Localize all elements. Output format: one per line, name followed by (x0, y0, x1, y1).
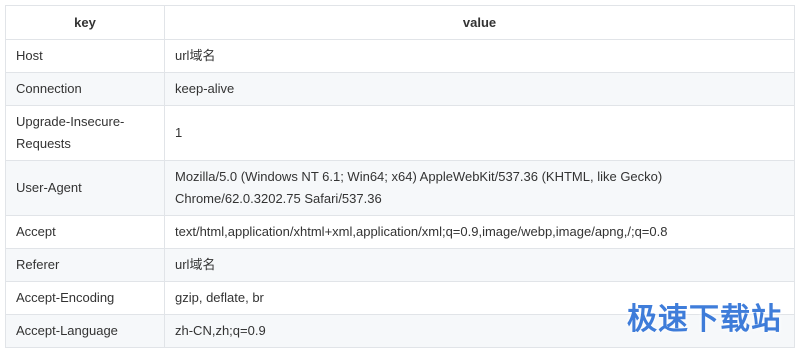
header-value-cell: text/html,application/xhtml+xml,applicat… (164, 215, 795, 249)
header-key-cell: User-Agent (5, 160, 165, 216)
header-value-cell: url域名 (164, 39, 795, 73)
header-key-cell: Host (5, 39, 165, 73)
header-key-cell: Accept-Language (5, 314, 165, 348)
site-watermark-logo: 极速下载站 (627, 302, 782, 337)
header-key-cell: Connection (5, 72, 165, 106)
header-value-cell: Mozilla/5.0 (Windows NT 6.1; Win64; x64)… (164, 160, 795, 216)
header-key-cell: Accept-Encoding (5, 281, 165, 315)
table-row: Connection keep-alive (5, 72, 795, 106)
table-row: Referer url域名 (5, 248, 795, 282)
header-key-cell: Upgrade-Insecure-Requests (5, 105, 165, 161)
table-row: Accept text/html,application/xhtml+xml,a… (5, 215, 795, 249)
header-key-cell: Accept (5, 215, 165, 249)
table-row: Host url域名 (5, 39, 795, 73)
header-value-cell: url域名 (164, 248, 795, 282)
header-key-cell: Referer (5, 248, 165, 282)
header-value-cell: 1 (164, 105, 795, 161)
header-value-cell: keep-alive (164, 72, 795, 106)
table-header-row: key value (5, 5, 795, 40)
column-header-value: value (164, 5, 795, 40)
column-header-key: key (5, 5, 165, 40)
table-row: Upgrade-Insecure-Requests 1 (5, 105, 795, 161)
table-row: User-Agent Mozilla/5.0 (Windows NT 6.1; … (5, 160, 795, 216)
